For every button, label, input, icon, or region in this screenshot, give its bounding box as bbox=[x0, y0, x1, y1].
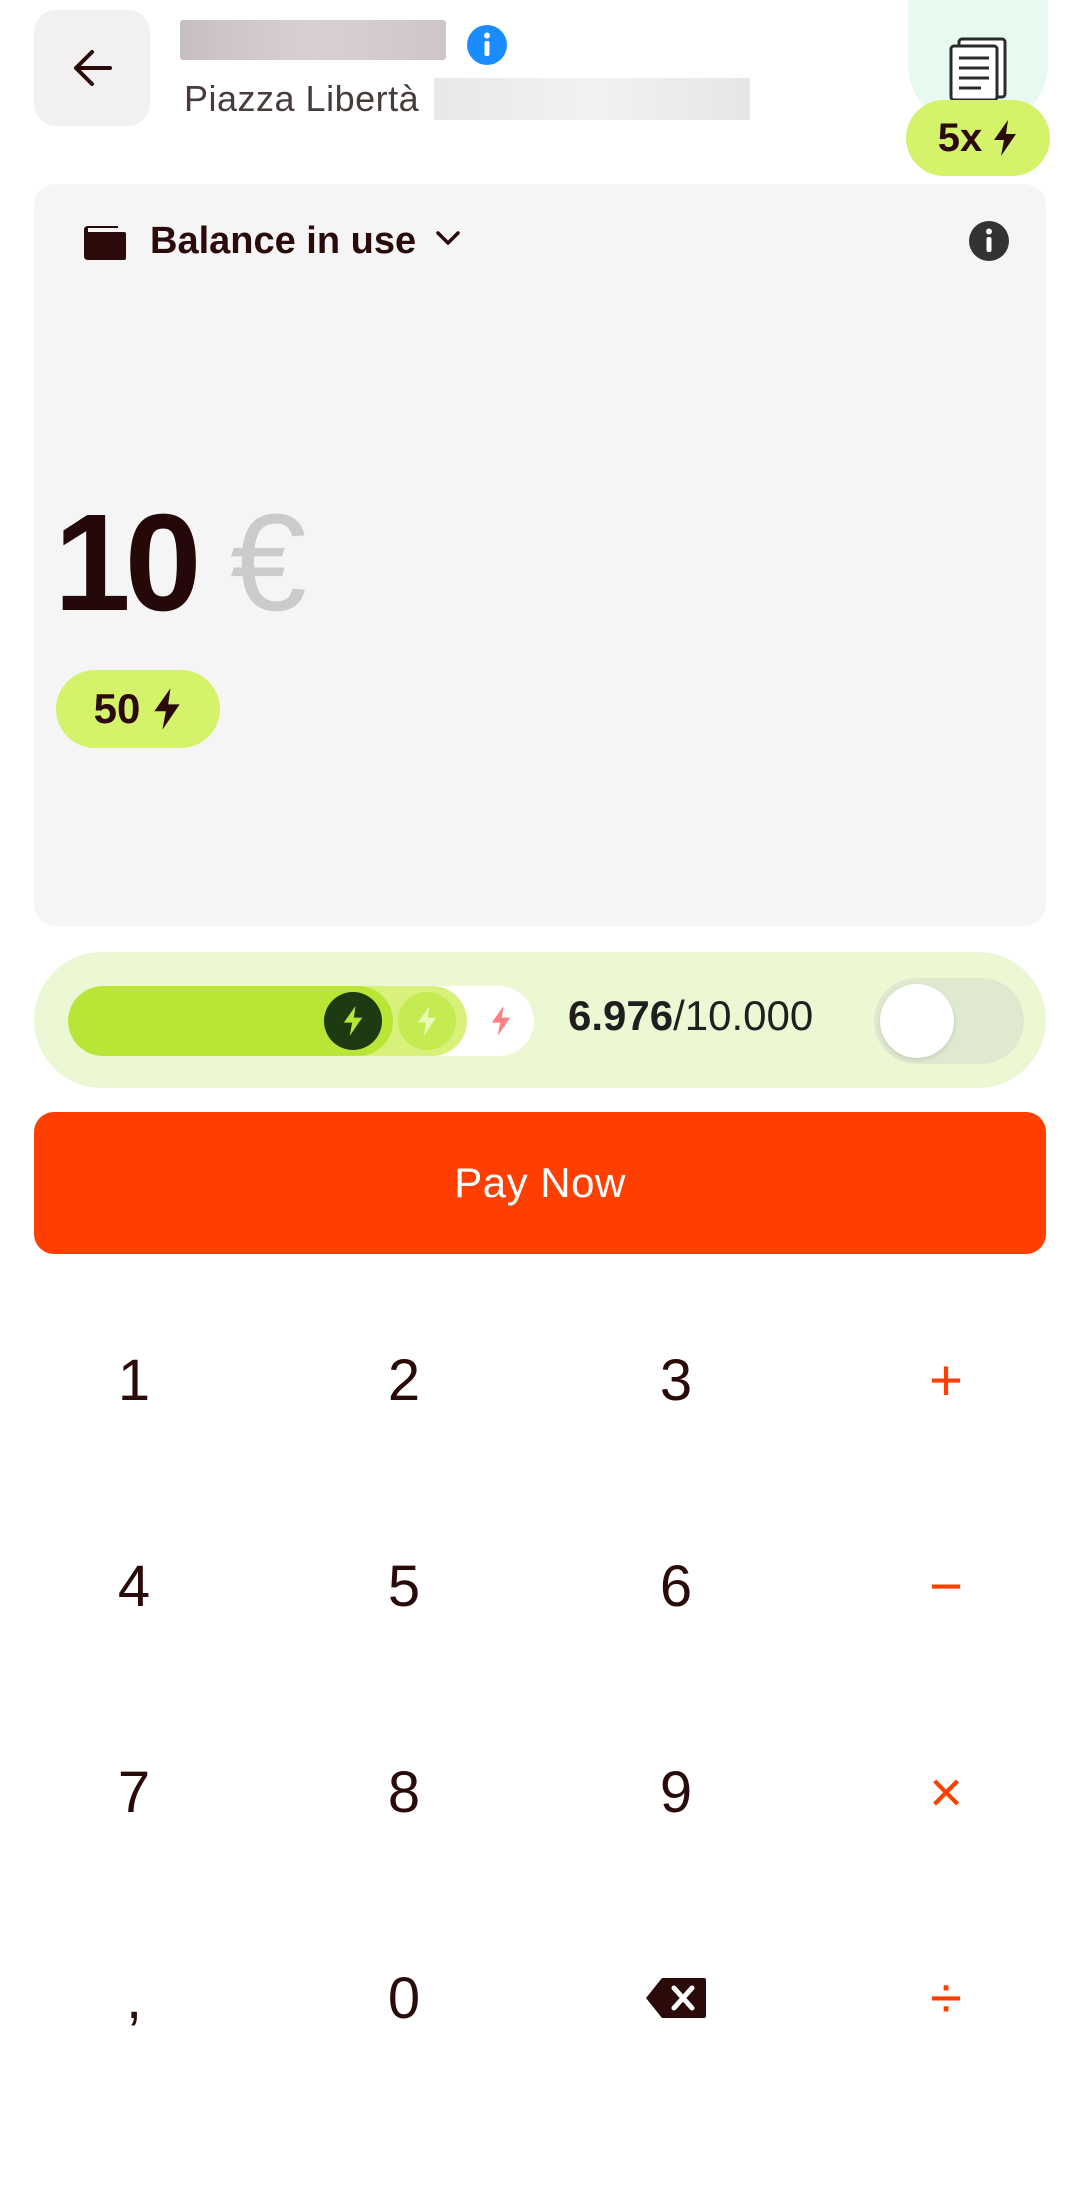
multiplier-label: 5x bbox=[937, 115, 983, 160]
key-divide[interactable]: ÷ bbox=[846, 1928, 1046, 2068]
lightning-icon bbox=[343, 1006, 363, 1036]
key-1[interactable]: 1 bbox=[34, 1310, 234, 1450]
key-3[interactable]: 3 bbox=[576, 1310, 776, 1450]
address-redacted bbox=[434, 78, 750, 120]
merchant-address: Piazza Libertà bbox=[184, 78, 420, 119]
progress-count: 6.976/10.000 bbox=[568, 992, 813, 1040]
info-icon[interactable] bbox=[968, 220, 1010, 262]
points-progress: 6.976/10.000 bbox=[34, 952, 1046, 1088]
lightning-icon bbox=[491, 1006, 511, 1036]
milestone-next bbox=[398, 992, 456, 1050]
pay-now-button[interactable]: Pay Now bbox=[34, 1112, 1046, 1254]
key-0[interactable]: 0 bbox=[304, 1928, 504, 2068]
lightning-icon bbox=[154, 688, 181, 730]
lightning-icon bbox=[417, 1006, 437, 1036]
milestone-reached bbox=[324, 992, 382, 1050]
key-5[interactable]: 5 bbox=[304, 1516, 504, 1656]
key-plus[interactable]: + bbox=[846, 1310, 1046, 1450]
toggle-knob bbox=[880, 984, 954, 1058]
merchant-name-redacted bbox=[180, 20, 446, 60]
amount-value: 10 bbox=[54, 486, 201, 640]
progress-total: /10.000 bbox=[673, 992, 814, 1039]
points-value: 50 bbox=[93, 685, 141, 732]
points-badge: 50 bbox=[56, 670, 220, 748]
wallet-icon bbox=[84, 226, 126, 260]
multiplier-badge: 5x bbox=[906, 100, 1050, 176]
arrow-left-icon bbox=[74, 50, 112, 86]
progress-current: 6.976 bbox=[568, 992, 674, 1039]
key-backspace[interactable] bbox=[576, 1928, 776, 2068]
key-7[interactable]: 7 bbox=[34, 1722, 234, 1862]
key-2[interactable]: 2 bbox=[304, 1310, 504, 1450]
key-8[interactable]: 8 bbox=[304, 1722, 504, 1862]
info-icon[interactable] bbox=[466, 24, 508, 66]
chevron-down-icon[interactable] bbox=[434, 228, 462, 248]
progress-bar bbox=[68, 986, 534, 1056]
backspace-icon bbox=[646, 1978, 706, 2018]
points-toggle[interactable] bbox=[874, 978, 1024, 1064]
milestone-locked bbox=[472, 992, 530, 1050]
key-minus[interactable]: − bbox=[846, 1516, 1046, 1656]
lightning-icon bbox=[994, 120, 1017, 156]
back-button[interactable] bbox=[34, 10, 150, 126]
key-9[interactable]: 9 bbox=[576, 1722, 776, 1862]
key-multiply[interactable]: × bbox=[846, 1722, 1046, 1862]
balance-selector[interactable]: Balance in use bbox=[150, 220, 416, 263]
key-6[interactable]: 6 bbox=[576, 1516, 776, 1656]
balance-card: Balance in use 10 € 50 bbox=[34, 184, 1046, 926]
key-4[interactable]: 4 bbox=[34, 1516, 234, 1656]
receipt-icon bbox=[949, 37, 1007, 102]
currency-symbol: € bbox=[230, 486, 307, 640]
key-comma[interactable]: , bbox=[34, 1928, 234, 2068]
